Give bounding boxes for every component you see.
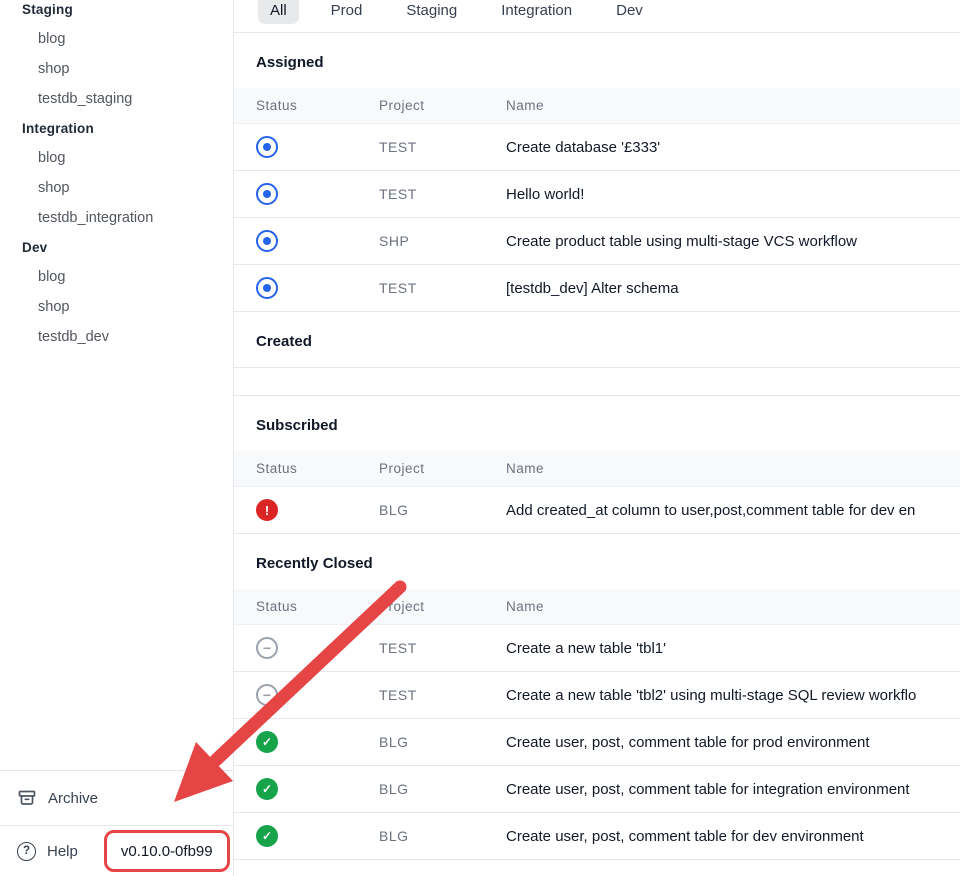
column-name: Name	[506, 98, 960, 113]
env-group-label-integration: Integration	[0, 114, 233, 143]
tab-integration[interactable]: Integration	[489, 0, 584, 24]
tab-prod[interactable]: Prod	[319, 0, 375, 24]
issue-row[interactable]: BLG Create user, post, comment table for…	[234, 719, 960, 766]
issue-name: Create a new table 'tbl2' using multi-st…	[506, 687, 960, 704]
column-project: Project	[379, 461, 506, 476]
section-title: Assigned	[234, 33, 960, 88]
sidebar-item-database[interactable]: testdb_integration	[0, 203, 233, 233]
column-status: Status	[256, 461, 379, 476]
project-key: TEST	[379, 186, 506, 202]
issue-name: Add created_at column to user,post,comme…	[506, 502, 960, 519]
status-open-icon	[256, 277, 278, 299]
sidebar-item-database[interactable]: blog	[0, 143, 233, 173]
help-row: ? Help v0.10.0-0fb99	[0, 825, 233, 876]
sidebar-item-database[interactable]: blog	[0, 24, 233, 54]
status-open-icon	[256, 183, 278, 205]
sidebar-item-database[interactable]: blog	[0, 262, 233, 292]
archive-icon	[17, 788, 37, 808]
status-done-icon	[256, 825, 278, 847]
status-open-icon	[256, 230, 278, 252]
archive-label: Archive	[48, 790, 98, 807]
project-key: SHP	[379, 233, 506, 249]
sidebar-item-database[interactable]: shop	[0, 54, 233, 84]
column-name: Name	[506, 599, 960, 614]
table-header: Status Project Name	[234, 88, 960, 124]
issue-name: Hello world!	[506, 186, 960, 203]
issue-row[interactable]: SHP Create product table using multi-sta…	[234, 218, 960, 265]
help-question-icon[interactable]: ?	[17, 842, 36, 861]
sidebar-bottom: Archive ? Help v0.10.0-0fb99	[0, 770, 233, 876]
version-badge: v0.10.0-0fb99	[104, 830, 230, 872]
environment-tabs: All Prod Staging Integration Dev	[234, 0, 960, 33]
tab-dev[interactable]: Dev	[604, 0, 655, 24]
issue-row[interactable]: TEST [testdb_dev] Alter schema	[234, 265, 960, 312]
section-assigned: Assigned Status Project Name TEST Create…	[234, 33, 960, 312]
help-label[interactable]: Help	[47, 843, 78, 860]
sidebar: Staging blog shop testdb_staging Integra…	[0, 0, 234, 876]
status-error-icon	[256, 499, 278, 521]
column-status: Status	[256, 98, 379, 113]
status-open-icon	[256, 136, 278, 158]
column-project: Project	[379, 98, 506, 113]
sidebar-item-database[interactable]: testdb_dev	[0, 322, 233, 352]
project-key: TEST	[379, 280, 506, 296]
section-title: Created	[234, 312, 960, 367]
column-status: Status	[256, 599, 379, 614]
project-key: TEST	[379, 139, 506, 155]
table-header: Status Project Name	[234, 451, 960, 487]
tab-staging[interactable]: Staging	[394, 0, 469, 24]
status-done-icon	[256, 731, 278, 753]
issue-name: Create product table using multi-stage V…	[506, 233, 960, 250]
issue-row[interactable]: BLG Add created_at column to user,post,c…	[234, 487, 960, 534]
sidebar-item-database[interactable]: shop	[0, 173, 233, 203]
issue-name: Create a new table 'tbl1'	[506, 640, 960, 657]
env-group-label-dev: Dev	[0, 233, 233, 262]
project-key: BLG	[379, 781, 506, 797]
issue-row[interactable]: TEST Hello world!	[234, 171, 960, 218]
env-group-label-staging: Staging	[0, 0, 233, 24]
table-header: Status Project Name	[234, 589, 960, 625]
project-key: BLG	[379, 502, 506, 518]
issue-row[interactable]: TEST Create a new table 'tbl1'	[234, 625, 960, 672]
issue-row[interactable]: TEST Create a new table 'tbl2' using mul…	[234, 672, 960, 719]
issue-name: Create user, post, comment table for pro…	[506, 734, 960, 751]
section-subscribed: Subscribed Status Project Name BLG Add c…	[234, 396, 960, 534]
issue-name: [testdb_dev] Alter schema	[506, 280, 960, 297]
section-title: Subscribed	[234, 396, 960, 451]
section-recently-closed: Recently Closed Status Project Name TEST…	[234, 534, 960, 860]
status-done-icon	[256, 778, 278, 800]
main-panel: All Prod Staging Integration Dev Assigne…	[234, 0, 960, 876]
issue-row[interactable]: TEST Create database '£333'	[234, 124, 960, 171]
issue-name: Create user, post, comment table for dev…	[506, 828, 960, 845]
project-key: BLG	[379, 734, 506, 750]
project-key: TEST	[379, 687, 506, 703]
status-canceled-icon	[256, 684, 278, 706]
issue-row[interactable]: BLG Create user, post, comment table for…	[234, 813, 960, 860]
issue-name: Create user, post, comment table for int…	[506, 781, 960, 798]
database-tree: Staging blog shop testdb_staging Integra…	[0, 0, 233, 352]
column-name: Name	[506, 461, 960, 476]
archive-button[interactable]: Archive	[0, 771, 233, 825]
section-title: Recently Closed	[234, 534, 960, 589]
project-key: TEST	[379, 640, 506, 656]
status-canceled-icon	[256, 637, 278, 659]
sidebar-item-database[interactable]: testdb_staging	[0, 84, 233, 114]
empty-table-body	[234, 367, 960, 396]
issue-row[interactable]: BLG Create user, post, comment table for…	[234, 766, 960, 813]
section-created: Created	[234, 312, 960, 396]
issue-name: Create database '£333'	[506, 139, 960, 156]
tab-all[interactable]: All	[258, 0, 299, 24]
column-project: Project	[379, 599, 506, 614]
sidebar-item-database[interactable]: shop	[0, 292, 233, 322]
project-key: BLG	[379, 828, 506, 844]
